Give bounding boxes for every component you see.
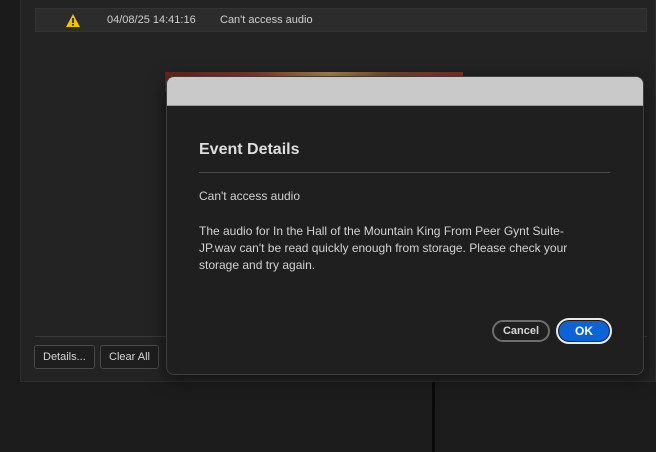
- details-button[interactable]: Details...: [34, 345, 95, 369]
- lower-background: [0, 382, 656, 452]
- event-message: Can't access audio: [220, 14, 313, 26]
- cancel-button[interactable]: Cancel: [492, 320, 550, 342]
- clear-all-button[interactable]: Clear All: [100, 345, 159, 369]
- dialog-summary: Can't access audio: [199, 189, 301, 203]
- warning-icon: [66, 14, 80, 27]
- dialog-divider: [199, 172, 610, 173]
- ok-button[interactable]: OK: [556, 318, 612, 344]
- panel-divider: [432, 382, 435, 452]
- event-details-dialog: Event Details Can't access audio The aud…: [166, 76, 644, 375]
- dialog-body-text: The audio for In the Hall of the Mountai…: [199, 224, 568, 272]
- event-row[interactable]: 04/08/25 14:41:16 Can't access audio: [35, 8, 647, 32]
- dialog-title: Event Details: [199, 141, 300, 158]
- event-timestamp: 04/08/25 14:41:16: [107, 14, 196, 26]
- dialog-titlebar[interactable]: [167, 77, 643, 106]
